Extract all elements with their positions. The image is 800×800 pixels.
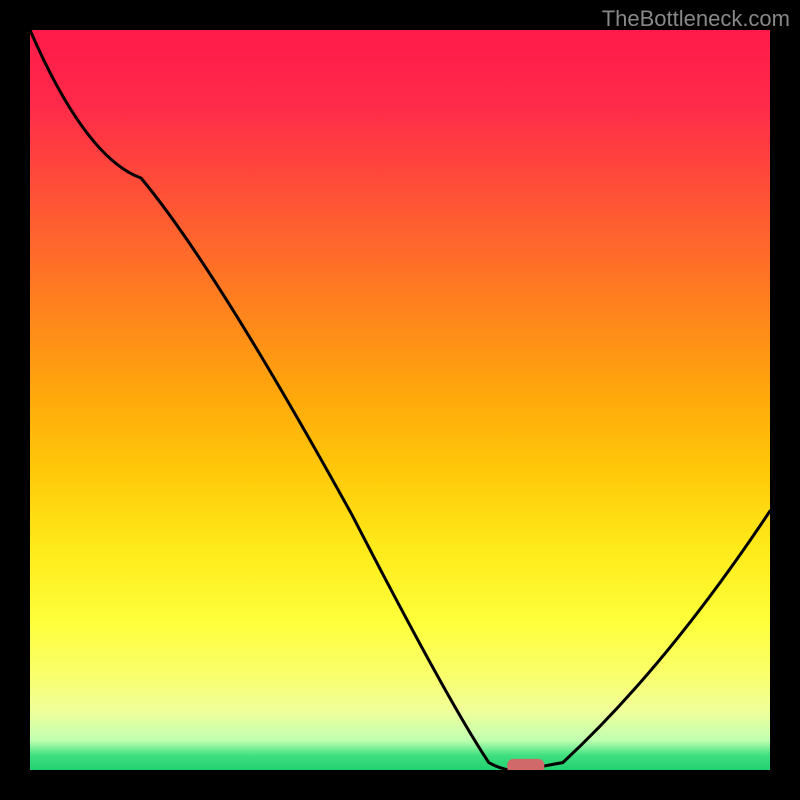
bottleneck-curve-line (30, 30, 770, 770)
chart-container: TheBottleneck.com (0, 0, 800, 800)
optimal-marker (507, 759, 544, 770)
plot-area (30, 30, 770, 770)
watermark-text: TheBottleneck.com (602, 6, 790, 32)
curve-svg (30, 30, 770, 770)
